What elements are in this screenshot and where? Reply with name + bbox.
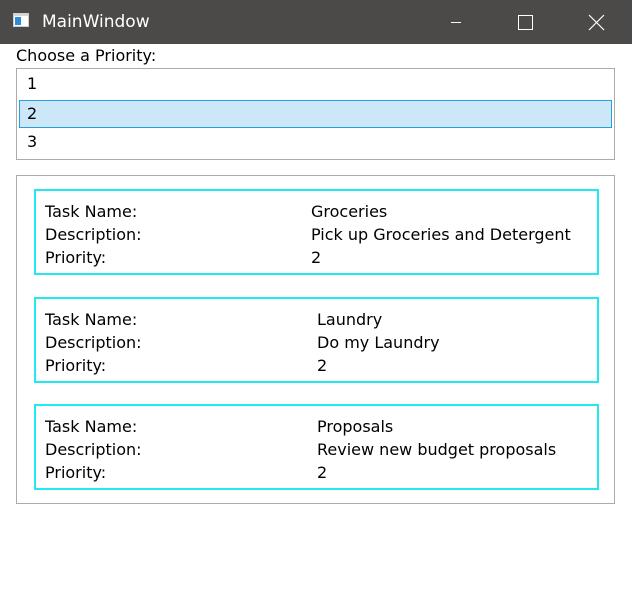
close-icon [588, 14, 605, 31]
task-name-row: Task Name: Proposals [45, 415, 595, 438]
task-name-value: Proposals [317, 417, 394, 436]
task-card[interactable]: Task Name: Proposals Description: Review n… [34, 404, 599, 490]
task-name-label: Task Name: [45, 202, 138, 221]
task-priority-row: Priority: 2 [45, 354, 595, 377]
maximize-icon [518, 15, 533, 30]
task-description-row: Description: Review new budget proposals [45, 438, 595, 461]
priority-option-3[interactable]: 3 [19, 129, 612, 157]
priority-option-1[interactable]: 1 [19, 71, 612, 99]
task-description-row: Description: Do my Laundry [45, 331, 595, 354]
task-description-row: Description: Pick up Groceries and Deterg… [45, 223, 595, 246]
task-priority-value: 2 [311, 248, 322, 267]
task-description-label: Description: [45, 333, 142, 352]
close-button[interactable] [572, 0, 618, 44]
minimize-icon [451, 22, 461, 23]
task-description-label: Description: [45, 440, 142, 459]
window-title: MainWindow [42, 12, 150, 32]
task-name-row: Task Name: Laundry [45, 308, 595, 331]
priority-label: Choose a Priority: [16, 46, 157, 65]
task-priority-value: 2 [317, 356, 328, 375]
task-card[interactable]: Task Name: Groceries Description: Pick up … [34, 189, 599, 275]
task-name-label: Task Name: [45, 417, 138, 436]
app-window-icon [13, 13, 29, 27]
task-priority-label: Priority: [45, 356, 107, 375]
minimize-button[interactable] [433, 0, 479, 44]
task-name-row: Task Name: Groceries [45, 200, 595, 223]
task-description-value: Pick up Groceries and Detergent [311, 225, 571, 244]
priority-option-2[interactable]: 2 [19, 100, 612, 128]
task-description-label: Description: [45, 225, 142, 244]
task-priority-label: Priority: [45, 463, 107, 482]
task-priority-row: Priority: 2 [45, 461, 595, 484]
maximize-button[interactable] [502, 0, 548, 44]
title-bar[interactable]: MainWindow [0, 0, 632, 44]
task-description-value: Review new budget proposals [317, 440, 557, 459]
task-list[interactable]: Task Name: Groceries Description: Pick up … [16, 175, 615, 504]
task-description-value: Do my Laundry [317, 333, 440, 352]
task-priority-value: 2 [317, 463, 328, 482]
task-name-value: Groceries [311, 202, 388, 221]
task-card[interactable]: Task Name: Laundry Description: Do my Laun… [34, 297, 599, 383]
task-name-value: Laundry [317, 310, 383, 329]
priority-listbox[interactable]: 1 2 3 [16, 68, 615, 160]
task-name-label: Task Name: [45, 310, 138, 329]
task-priority-row: Priority: 2 [45, 246, 595, 269]
task-priority-label: Priority: [45, 248, 107, 267]
